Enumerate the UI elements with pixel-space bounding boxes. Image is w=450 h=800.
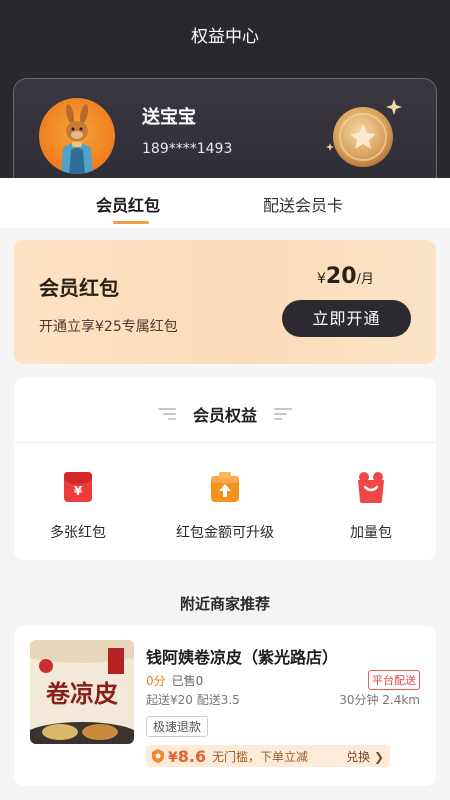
store-fees: 起送¥20 配送3.5 (146, 693, 240, 707)
platform-delivery-badge: 平台配送 (368, 670, 420, 690)
benefit-item-multiple-envelopes[interactable]: ¥ 多张红包 (8, 470, 148, 542)
price-currency: ¥ (317, 271, 326, 287)
benefit-label: 多张红包 (50, 525, 106, 541)
exchange-button[interactable]: 兑换 ❯ (346, 748, 384, 765)
avatar[interactable] (39, 98, 115, 174)
upgrade-icon (211, 472, 239, 502)
store-coupon[interactable]: ¥8.6 无门槛，下单立减 兑换 ❯ (146, 745, 390, 767)
store-score: 0分 (146, 674, 166, 688)
active-tab-indicator (113, 221, 149, 224)
coupon-currency: ¥ (168, 750, 178, 766)
nearby-stores-heading: 附近商家推荐 (179, 595, 270, 613)
tab-bar: 会员红包 配送会员卡 (0, 178, 450, 228)
divider (14, 442, 436, 443)
coin-star-icon (326, 99, 402, 167)
store-card[interactable]: 卷凉皮 钱阿姨卷凉皮（紫光路店） 0分 已售0 平台配送 起送¥20 配送3.5 … (14, 626, 436, 786)
tab-delivery-member-card[interactable]: 配送会员卡 (263, 192, 343, 216)
price-value: 20 (325, 264, 357, 289)
store-rating: 0分 已售0 (146, 672, 203, 689)
benefit-label: 加量包 (350, 525, 392, 541)
price-period: /月 (356, 272, 374, 287)
heading-decoration-right (274, 408, 292, 423)
benefit-item-extra-pack[interactable]: 加量包 (301, 470, 441, 542)
coupon-value: 8.6 (177, 747, 207, 766)
user-phone: 189****1493 (142, 141, 233, 157)
red-envelope-icon: ¥ (64, 472, 92, 502)
store-distance: 30分钟 2.4km (339, 693, 420, 707)
member-benefits-card: 会员权益 ¥ 多张红包 红包金额可升级 加量包 (14, 378, 436, 560)
svg-text:¥: ¥ (74, 484, 83, 498)
coupon-description: 无门槛，下单立减 (212, 750, 309, 764)
benefits-heading: 会员权益 (192, 406, 257, 425)
page-title: 权益中心 (191, 27, 259, 47)
benefit-item-upgradable-amount[interactable]: 红包金额可升级 (155, 470, 295, 542)
offer-title: 会员红包 (39, 276, 119, 300)
open-now-button[interactable]: 立即开通 (282, 300, 411, 337)
store-food-image: 卷凉皮 (30, 640, 134, 744)
store-thumbnail[interactable]: 卷凉皮 (30, 640, 134, 744)
benefit-label: 红包金额可升级 (176, 525, 274, 541)
coupon-badge-icon (152, 749, 164, 763)
offer-subtitle: 开通立享¥25专属红包 (39, 319, 178, 335)
kangaroo-avatar-icon (61, 104, 93, 174)
store-sold-count: 已售0 (171, 674, 204, 688)
fast-refund-badge: 极速退款 (146, 716, 209, 737)
membership-offer-card: 会员红包 开通立享¥25专属红包 ¥20/月 立即开通 (14, 240, 436, 364)
offer-price: ¥20/月 (317, 264, 374, 289)
user-name: 送宝宝 (142, 107, 196, 128)
store-name[interactable]: 钱阿姨卷凉皮（紫光路店） (146, 644, 338, 668)
store-image-text: 卷凉皮 (46, 679, 118, 708)
tab-member-red-envelope[interactable]: 会员红包 (96, 192, 160, 216)
coupon-amount: ¥8.6 (168, 747, 206, 766)
gift-bag-icon (358, 472, 384, 503)
